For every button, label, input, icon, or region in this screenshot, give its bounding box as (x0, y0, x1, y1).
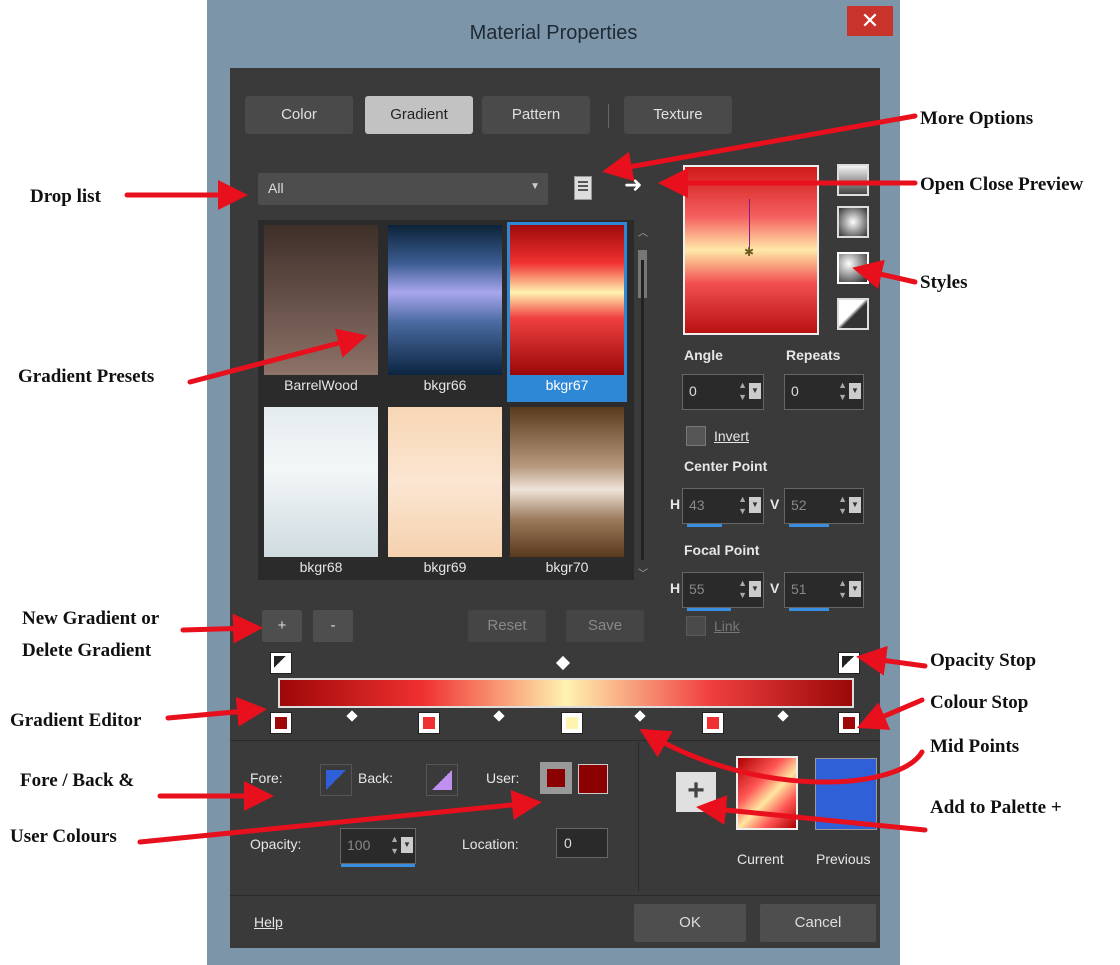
annotation-arrows (124, 113, 928, 845)
arrow-styles (852, 259, 918, 290)
arrow-add-to-palette (696, 795, 928, 833)
arrow-user-colours (137, 790, 542, 845)
arrow-new-delete-gradient (180, 613, 263, 644)
arrow-gradient-presets (187, 328, 368, 385)
arrow-colour-stop (856, 697, 925, 730)
arrow-more-options (602, 113, 918, 182)
arrow-gradient-editor (165, 696, 267, 727)
arrow-mid-points (639, 728, 925, 785)
arrow-opacity-stop (856, 645, 928, 676)
